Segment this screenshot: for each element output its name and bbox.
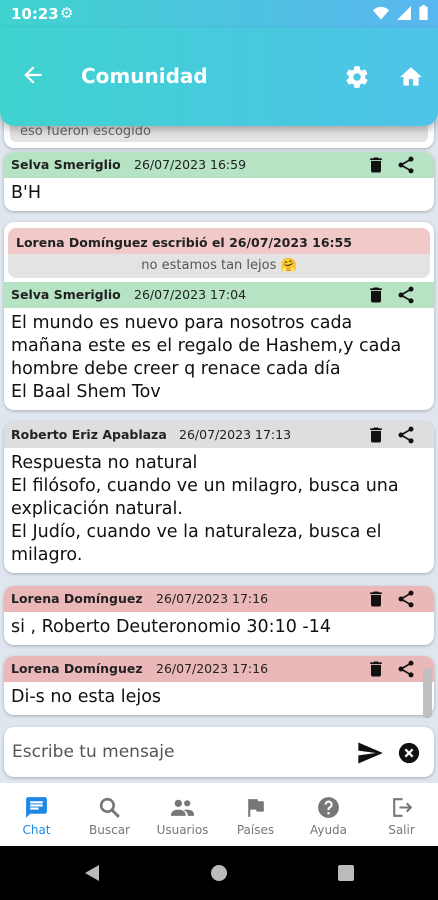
message-body: si , Roberto Deuteronomio 30:10 -14 [4,612,434,645]
system-recents-icon[interactable] [337,864,355,882]
trash-icon[interactable] [366,425,386,445]
share-icon[interactable] [396,425,416,445]
trash-icon[interactable] [366,155,386,175]
message-line: milagro. [11,545,83,565]
message-body: Di-s no esta lejos [4,682,434,715]
message-line: Respuesta no natural [11,453,198,473]
message-line: El Judío, cuando ve la naturaleza, busca… [11,522,382,542]
logout-icon [393,798,413,817]
quoted-message: Lorena Domínguez escribió el 26/07/2023 … [8,228,430,278]
system-navigation-bar [0,846,438,900]
message-line: B'H [11,183,41,203]
gear-icon[interactable] [344,64,370,90]
share-icon[interactable] [396,589,416,609]
bottom-navigation: Chat Buscar Usuarios Países Ayuda Salir [0,783,438,846]
nav-paises[interactable]: Países [219,783,292,846]
flag-icon [248,799,264,817]
message-card[interactable]: Lorena Domínguez escribió el 26/07/2023 … [4,222,434,410]
message-datetime: 26/07/2023 16:59 [134,157,247,172]
nav-label: Ayuda [309,823,348,837]
message-datetime: 26/07/2023 17:04 [134,287,247,302]
trash-icon[interactable] [366,285,386,305]
status-time: 10:23 [11,5,59,23]
message-card[interactable]: Selva Smeriglio 26/07/2023 16:59 B'H [4,152,434,211]
nav-label: Países [236,823,275,837]
message-line: explicación natural. [11,499,183,519]
nav-label: Usuarios [156,823,209,837]
message-input[interactable] [12,739,342,765]
scrollbar[interactable] [423,668,432,718]
home-icon[interactable] [398,64,424,90]
system-home-icon[interactable] [209,863,229,883]
quote-text: no estamos tan lejos 🤗 [8,254,430,278]
message-author: Lorena Domínguez [11,591,143,606]
message-line: El mundo es nuevo para nosotros cada [11,313,353,333]
users-icon [171,799,194,816]
search-icon [99,797,120,818]
message-author: Lorena Domínguez [11,661,143,676]
message-body: B'H [4,178,434,211]
wifi-icon [372,6,389,20]
settings-status-icon: ⚙ [60,4,74,22]
message-header: Roberto Eriz Apablaza 26/07/2023 17:13 [4,422,434,448]
message-header: Selva Smeriglio 26/07/2023 17:04 [4,282,434,308]
message-line: Di-s no esta lejos [11,687,162,707]
message-line: mañana este es el regalo de Hashem,y cad… [11,336,402,356]
message-line: hombre debe creer q renace cada día [11,359,341,379]
message-line: si , Roberto Deuteronomio 30:10 -14 [11,617,331,637]
message-body: El mundo es nuevo para nosotros cada mañ… [4,308,434,410]
message-card[interactable]: Lorena Domínguez 26/07/2023 17:16 si , R… [4,586,434,645]
message-line: El filósofo, cuando ve un milagro, busca… [11,476,399,496]
message-header: Lorena Domínguez 26/07/2023 17:16 [4,586,434,612]
nav-ayuda[interactable]: Ayuda [292,783,365,846]
page-title: Comunidad [81,64,208,88]
nav-salir[interactable]: Salir [365,783,438,846]
send-icon[interactable] [356,739,384,767]
message-author: Roberto Eriz Apablaza [11,427,167,442]
nav-label: Chat [22,823,51,837]
message-body: Respuesta no natural El filósofo, cuando… [4,448,434,573]
share-icon[interactable] [396,155,416,175]
help-icon [318,797,339,818]
status-icons [372,5,428,24]
nav-label: Salir [388,823,415,837]
message-author: Selva Smeriglio [11,287,121,302]
share-icon[interactable] [396,659,416,679]
battery-icon [419,5,428,21]
message-datetime: 26/07/2023 17:13 [179,427,292,442]
status-bar: 10:23 ⚙ [0,0,438,28]
nav-usuarios[interactable]: Usuarios [146,783,219,846]
message-card[interactable]: Lorena Domínguez 26/07/2023 17:16 Di-s n… [4,656,434,715]
message-line: El Baal Shem Tov [11,382,161,402]
app-bar: Comunidad [0,28,438,126]
quote-header: Lorena Domínguez escribió el 26/07/2023 … [8,228,430,254]
message-datetime: 26/07/2023 17:16 [156,661,269,676]
back-arrow-icon[interactable] [20,62,46,88]
share-icon[interactable] [396,285,416,305]
signal-icon [396,6,411,20]
message-header: Lorena Domínguez 26/07/2023 17:16 [4,656,434,682]
message-author: Selva Smeriglio [11,157,121,172]
message-composer [4,727,434,777]
nav-buscar[interactable]: Buscar [73,783,146,846]
trash-icon[interactable] [366,659,386,679]
message-datetime: 26/07/2023 17:16 [156,591,269,606]
system-back-icon[interactable] [83,863,101,883]
nav-chat[interactable]: Chat [0,783,73,846]
chat-icon [26,797,47,818]
trash-icon[interactable] [366,589,386,609]
message-header: Selva Smeriglio 26/07/2023 16:59 [4,152,434,178]
close-circle-icon[interactable] [398,742,420,764]
chat-list[interactable]: eso fueron escogido Selva Smeriglio 26/0… [0,118,438,722]
message-card[interactable]: Roberto Eriz Apablaza 26/07/2023 17:13 R… [4,422,434,573]
nav-label: Buscar [89,823,130,837]
